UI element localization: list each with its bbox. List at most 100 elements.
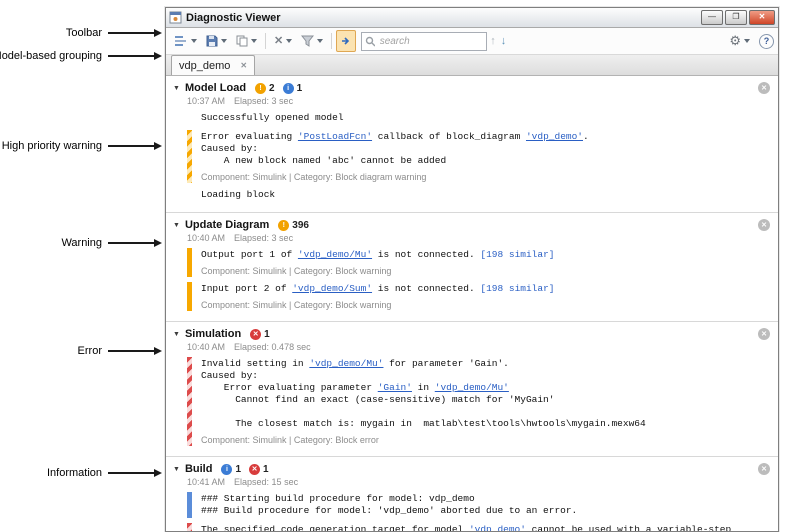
- severity-bar: [187, 188, 192, 202]
- next-match-button[interactable]: ↓: [499, 33, 509, 49]
- annotation-label: High priority warning: [1, 140, 102, 152]
- message-link[interactable]: 'vdp_demo': [526, 131, 583, 142]
- annotation-high-priority-warning: High priority warning: [2, 139, 162, 153]
- diagnostic-section: ▼ Model Load! 2 i 1 ✕ 10:37 AM Elapsed: 3 sec Su…: [166, 76, 778, 212]
- message-text: is not connected.: [372, 249, 481, 260]
- message-link[interactable]: 'vdp_demo/Mu': [298, 249, 372, 260]
- diagnostic-message: ### Starting build procedure for model: …: [187, 492, 768, 518]
- message-link[interactable]: 'vdp_demo/Mu': [435, 382, 509, 393]
- help-button[interactable]: ?: [759, 33, 774, 49]
- info-icon: i: [282, 82, 294, 94]
- message-footer: Component: Simulink | Category: Block er…: [201, 435, 379, 445]
- diagnostic-message: Input port 2 of 'vdp_demo/Sum' is not co…: [187, 282, 768, 311]
- arrow-right-icon: [108, 347, 162, 355]
- collapse-toggle-icon[interactable]: ▼: [173, 466, 180, 473]
- diagnostic-viewer-window: Diagnostic Viewer — ❐ ✕ ✕ search ↑ ↓ ⚙ ?…: [165, 7, 779, 532]
- message-text: ### Starting build procedure for model: …: [201, 493, 475, 504]
- app-icon: [169, 11, 182, 24]
- annotation-label: Warning: [61, 237, 102, 249]
- filter-button[interactable]: [297, 30, 327, 52]
- severity-badge: ! 396: [278, 219, 309, 231]
- section-header: ▼ Build i 1 ✕ 1 ✕: [166, 460, 778, 476]
- badge-count: 1: [264, 328, 270, 340]
- severity-bar: [187, 357, 192, 446]
- message-text: Caused by:: [201, 143, 259, 154]
- message-line: Input port 2 of 'vdp_demo/Sum' is not co…: [201, 283, 768, 295]
- message-text: ### Build procedure for model: 'vdp_demo…: [201, 505, 578, 516]
- minimize-button[interactable]: —: [701, 10, 723, 25]
- annotation-error: Error: [78, 344, 162, 358]
- severity-bar: [187, 130, 192, 183]
- section-dismiss-button[interactable]: ✕: [758, 82, 770, 94]
- diagnostic-message: Error evaluating 'PostLoadFcn' callback …: [187, 130, 768, 183]
- search-icon: [366, 36, 375, 46]
- highlight-toggle-button[interactable]: [336, 30, 357, 52]
- chevron-down-icon: [191, 39, 197, 43]
- save-button[interactable]: [202, 30, 231, 52]
- message-body: Successfully opened model: [201, 111, 768, 125]
- gear-icon: ⚙: [729, 33, 741, 48]
- severity-badge: ✕ 1: [249, 463, 269, 475]
- chevron-down-icon: [744, 39, 750, 43]
- tab-vdp-demo[interactable]: vdp_demo ✕: [171, 55, 256, 75]
- chevron-down-icon: [317, 39, 324, 43]
- message-link[interactable]: 'Gain': [378, 382, 412, 393]
- previous-match-button[interactable]: ↑: [488, 33, 498, 49]
- message-line: Error evaluating 'PostLoadFcn' callback …: [201, 131, 768, 143]
- section-header: ▼ Simulation ✕ 1 ✕: [166, 325, 778, 341]
- message-line: ### Starting build procedure for model: …: [201, 493, 768, 505]
- message-line: [201, 406, 768, 418]
- severity-badge: ! 2: [255, 82, 275, 94]
- annotation-toolbar: Toolbar: [66, 26, 162, 40]
- severity-badge: ✕ 1: [250, 328, 270, 340]
- elapsed-time: Elapsed: 3 sec: [234, 96, 294, 106]
- annotation-model-based-grouping: Model-based grouping: [0, 49, 162, 63]
- copy-button[interactable]: [232, 30, 261, 52]
- section-title: Model Load: [184, 82, 247, 94]
- badge-count: 1: [296, 82, 303, 94]
- annotation-warning: Warning: [61, 236, 162, 250]
- group-by-button[interactable]: [170, 30, 201, 52]
- annotation-label: Information: [46, 467, 102, 479]
- arrow-right-icon: [108, 142, 162, 150]
- section-timestamp: 10:40 AM Elapsed: 0.478 sec: [187, 342, 778, 352]
- section-dismiss-button[interactable]: ✕: [758, 463, 770, 475]
- tab-close-icon[interactable]: ✕: [240, 61, 247, 70]
- message-line: Cannot find an exact (case-sensitive) ma…: [201, 394, 768, 406]
- message-line: The closest match is: mygain in matlab\t…: [201, 418, 768, 430]
- message-body: Invalid setting in 'vdp_demo/Mu' for par…: [201, 357, 768, 446]
- message-text: .: [583, 131, 589, 142]
- group-list-icon: [175, 36, 186, 46]
- message-link[interactable]: [198 similar]: [480, 283, 554, 294]
- settings-button[interactable]: ⚙: [725, 30, 754, 52]
- message-link[interactable]: 'PostLoadFcn': [298, 131, 372, 142]
- close-button[interactable]: ✕: [749, 10, 775, 25]
- section-dismiss-button[interactable]: ✕: [758, 328, 770, 340]
- window-title: Diagnostic Viewer: [186, 11, 281, 24]
- collapse-toggle-icon[interactable]: ▼: [173, 222, 180, 229]
- message-text: The closest match is: mygain in matlab\t…: [201, 418, 646, 429]
- message-body: ### Starting build procedure for model: …: [201, 492, 768, 518]
- maximize-button[interactable]: ❐: [725, 10, 747, 25]
- search-input[interactable]: [377, 34, 484, 48]
- message-body: Loading block: [201, 188, 768, 202]
- section-dismiss-button[interactable]: ✕: [758, 219, 770, 231]
- timestamp: 10:40 AM: [187, 342, 226, 352]
- message-link[interactable]: 'vdp_demo/Sum': [292, 283, 372, 294]
- section-title: Update Diagram: [184, 219, 270, 231]
- save-icon: [206, 35, 218, 47]
- message-text: Loading block: [201, 189, 276, 200]
- clear-button[interactable]: ✕: [270, 30, 296, 52]
- message-line: Caused by:: [201, 370, 768, 382]
- badge-count: 2: [269, 82, 275, 94]
- message-body: Error evaluating 'PostLoadFcn' callback …: [201, 130, 768, 183]
- message-link[interactable]: 'vdp_demo/Mu': [309, 358, 383, 369]
- severity-bar: [187, 492, 192, 518]
- collapse-toggle-icon[interactable]: ▼: [173, 85, 180, 92]
- error-icon: ✕: [249, 463, 260, 475]
- message-link[interactable]: [198 similar]: [480, 249, 554, 260]
- collapse-toggle-icon[interactable]: ▼: [173, 331, 180, 338]
- section-header: ▼ Update Diagram ! 396 ✕: [166, 216, 778, 232]
- section-timestamp: 10:41 AM Elapsed: 15 sec: [187, 477, 778, 487]
- arrow-toggle-icon: [342, 37, 350, 45]
